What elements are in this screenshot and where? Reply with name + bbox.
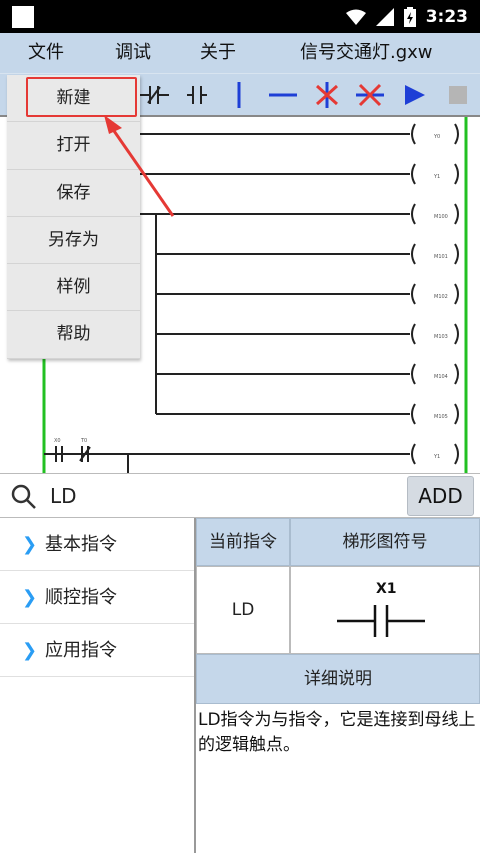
chevron-right-icon: ❯: [22, 587, 38, 608]
current-instruction-header: 当前指令: [196, 518, 290, 566]
category-sequence[interactable]: ❯ 顺控指令: [0, 571, 194, 624]
category-application[interactable]: ❯ 应用指令: [0, 624, 194, 677]
search-bar: ADD: [0, 473, 480, 518]
instruction-description: LD指令为与指令，它是连接到母线上的逻辑触点。: [198, 710, 476, 755]
search-input[interactable]: [50, 479, 390, 513]
instruction-detail-panel: 当前指令 梯形图符号 LD X1 详细说明 LD指令为与指令，它是连接到母线上的…: [196, 518, 480, 853]
current-instruction-value: LD: [196, 566, 290, 654]
no-contact-symbol-icon: X1: [337, 581, 425, 637]
search-icon: [11, 484, 36, 509]
chevron-right-icon: ❯: [22, 534, 38, 555]
chevron-right-icon: ❯: [22, 640, 38, 661]
symbol-header: 梯形图符号: [290, 518, 480, 566]
symbol-label: X1: [376, 581, 397, 597]
app-root: 3:23 文件 调试 关于 信号交通灯.gxw Y0 Y1 M100 M101 …: [0, 0, 480, 853]
description-header: 详细说明: [196, 654, 480, 704]
category-list: ❯ 基本指令 ❯ 顺控指令 ❯ 应用指令: [0, 518, 196, 853]
add-button[interactable]: ADD: [407, 476, 474, 516]
category-basic[interactable]: ❯ 基本指令: [0, 518, 194, 571]
ladder-symbol: X1: [290, 566, 480, 654]
